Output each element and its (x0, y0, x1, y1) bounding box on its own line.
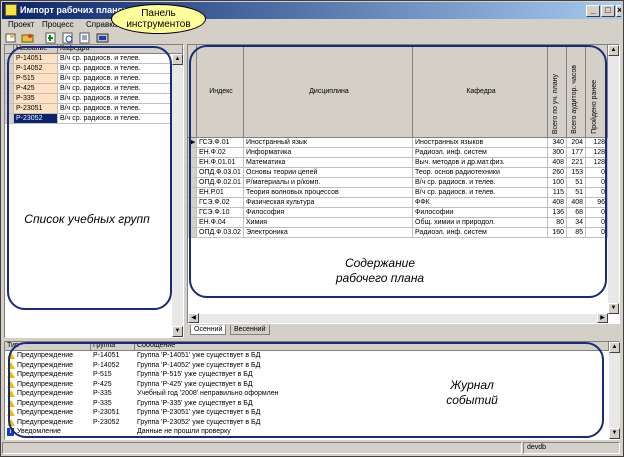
toolbar-callout: Панель инструментов (111, 4, 206, 34)
close-button[interactable]: × (616, 5, 621, 17)
plan-hscrollbar[interactable]: ◀ ▶ (188, 313, 608, 323)
status-left (2, 442, 522, 454)
groups-callout-text: Список учебных групп (24, 212, 150, 226)
tab-autumn[interactable]: Осенний (190, 325, 227, 335)
scroll-down-icon[interactable]: ▼ (172, 326, 183, 337)
plan-scroll-up-icon[interactable]: ▲ (608, 45, 619, 56)
open-project-icon[interactable] (21, 32, 35, 44)
scroll-up-icon[interactable]: ▲ (172, 54, 183, 65)
journal-scroll-down-icon[interactable]: ▼ (609, 428, 620, 439)
plan-callout-text: Содержание рабочего плана (335, 256, 425, 285)
menu-project[interactable]: Проект (8, 20, 34, 29)
journal-highlight (8, 342, 604, 438)
new-project-icon[interactable] (4, 32, 18, 44)
title-bar: Импорт рабочих планов _ □ × (2, 2, 622, 19)
menu-process[interactable]: Процесс (42, 20, 74, 29)
export-icon[interactable] (96, 32, 110, 44)
status-bar: devdb (2, 442, 620, 454)
plan-scroll-down-icon[interactable]: ▼ (608, 303, 619, 314)
save-icon[interactable] (78, 32, 92, 44)
journal-scroll-up-icon[interactable]: ▲ (609, 342, 620, 353)
plan-scroll-left-icon[interactable]: ◀ (188, 313, 199, 323)
tab-spring[interactable]: Весенний (230, 325, 270, 335)
journal-callout-text: Журнал событий (446, 378, 498, 407)
plan-scroll-right-icon[interactable]: ▶ (597, 313, 608, 323)
import-icon[interactable] (44, 32, 58, 44)
maximize-button[interactable]: □ (601, 5, 615, 17)
check-icon[interactable] (61, 32, 75, 44)
menu-bar: Проект Процесс Справка (2, 19, 622, 32)
minimize-button[interactable]: _ (586, 5, 600, 17)
app-icon (5, 4, 17, 16)
groups-scrollbar[interactable]: ▲ ▼ (172, 54, 183, 337)
plan-scrollbar[interactable]: ▲ ▼ (608, 45, 619, 314)
status-db: devdb (523, 442, 620, 454)
groups-highlight (7, 46, 172, 310)
journal-scrollbar[interactable]: ▲ ▼ (609, 342, 620, 439)
semester-tabs: Осенний Весенний (190, 325, 390, 336)
toolbar-callout-text: Панель инструментов (126, 8, 191, 30)
